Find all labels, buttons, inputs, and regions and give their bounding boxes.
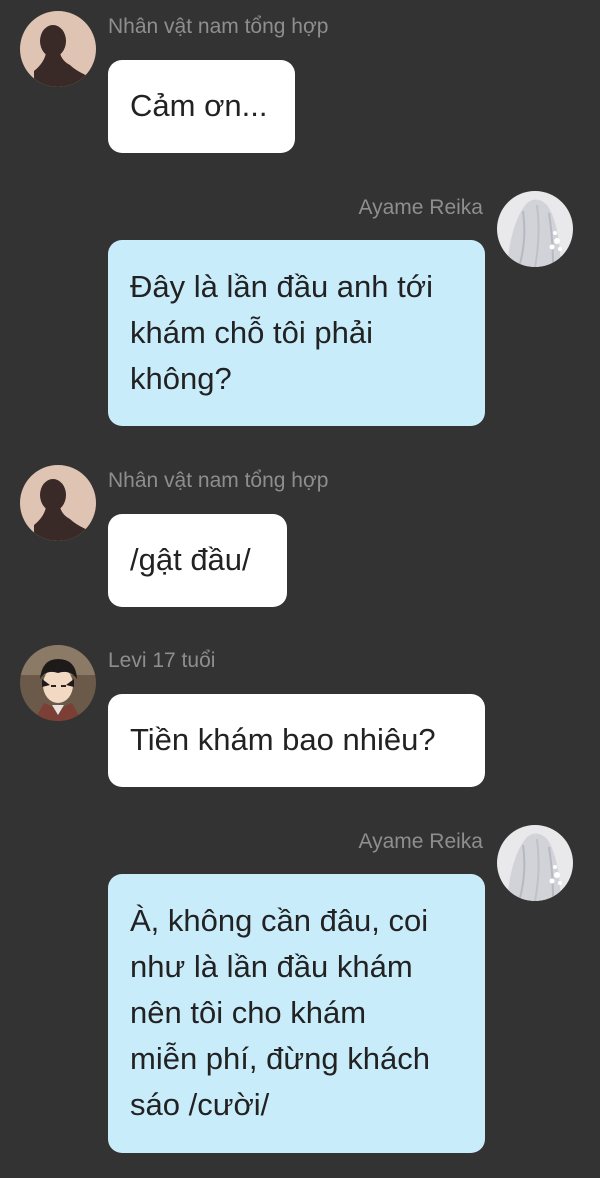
white-haired-girl-avatar-icon	[497, 191, 573, 267]
levi-anime-avatar-icon	[20, 645, 96, 721]
silhouette-avatar-icon	[20, 11, 96, 87]
white-haired-girl-avatar-icon	[497, 825, 573, 901]
message-bubble[interactable]: /gật đầu/	[108, 514, 287, 607]
silhouette-avatar-icon	[20, 465, 96, 541]
sender-name: Nhân vật nam tổng hợp	[108, 15, 329, 38]
message-text: À, không cần đâu, coi như là lần đầu khá…	[130, 903, 430, 1122]
message-bubble[interactable]: Tiền khám bao nhiêu?	[108, 694, 485, 787]
message-bubble[interactable]: Đây là lần đầu anh tới khám chỗ tôi phải…	[108, 240, 485, 426]
avatar-ayame-reika[interactable]	[497, 191, 573, 267]
avatar-nhan-vat-nam[interactable]	[20, 11, 96, 87]
message-text: Cảm ơn...	[130, 88, 268, 123]
avatar-ayame-reika[interactable]	[497, 825, 573, 901]
message-bubble[interactable]: À, không cần đâu, coi như là lần đầu khá…	[108, 874, 485, 1153]
message-text: Đây là lần đầu anh tới khám chỗ tôi phải…	[130, 269, 433, 396]
sender-name: Nhân vật nam tổng hợp	[108, 469, 329, 492]
message-text: Tiền khám bao nhiêu?	[130, 722, 436, 757]
avatar-levi[interactable]	[20, 645, 96, 721]
sender-name: Ayame Reika	[358, 830, 483, 853]
avatar-nhan-vat-nam[interactable]	[20, 465, 96, 541]
message-text: /gật đầu/	[130, 542, 251, 577]
sender-name: Ayame Reika	[358, 196, 483, 219]
message-bubble[interactable]: Cảm ơn...	[108, 60, 295, 153]
sender-name: Levi 17 tuổi	[108, 649, 216, 672]
